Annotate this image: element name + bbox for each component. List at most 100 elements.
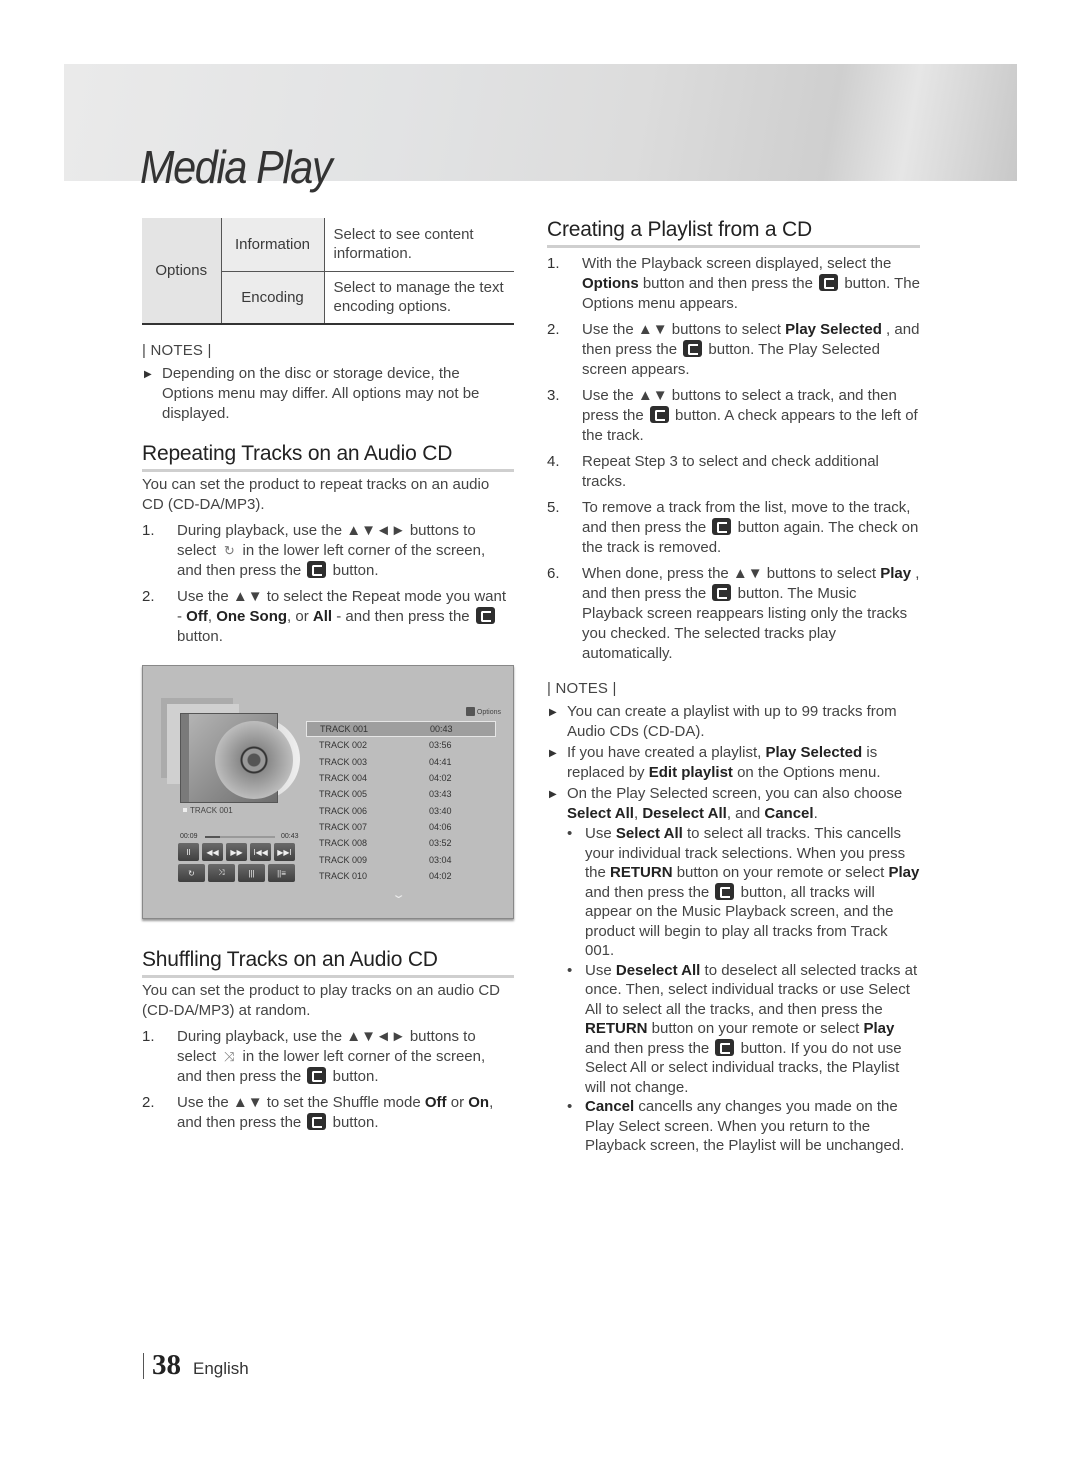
pause-button[interactable]: II — [178, 843, 199, 861]
fast-forward-icon: ▶▶ — [230, 847, 243, 857]
track-name: TRACK 004 — [319, 773, 368, 784]
repeat-step-2: 2. Use the ▲▼ to select the Repeat mode … — [142, 588, 507, 645]
sub-note-deselect-all: • Use Deselect All to deselect all selec… — [567, 961, 918, 1096]
track-row[interactable]: TRACK 001 00:43 — [306, 721, 496, 738]
playlist-step-4: 4. Repeat Step 3 to select and check add… — [547, 453, 879, 490]
triangle-bullet-icon: ▶ — [144, 369, 152, 380]
progress-bar[interactable] — [205, 836, 275, 838]
options-button[interactable]: Options — [465, 707, 501, 716]
track-name: TRACK 010 — [319, 870, 368, 881]
next-icon: ▶▶I — [277, 847, 292, 857]
previous-button[interactable]: I◀◀ — [250, 843, 271, 861]
mode-controls: ↻ ⤨ ||| ||≡ — [178, 864, 295, 882]
track-row[interactable]: TRACK 007 04:06 — [306, 819, 496, 835]
time-current: 00:09 — [180, 833, 198, 840]
options-group-cell: Options — [142, 218, 222, 325]
enter-button-icon — [307, 1067, 327, 1084]
repeat-intro: You can set the product to repeat tracks… — [142, 476, 490, 513]
enter-button-icon — [683, 340, 703, 357]
next-button[interactable]: ▶▶I — [274, 843, 295, 861]
language-label: English — [193, 1359, 249, 1378]
shuffle-intro: You can set the product to play tracks o… — [142, 982, 501, 1019]
repeat-icon: ↻ — [223, 543, 235, 558]
track-row[interactable]: TRACK 003 04:41 — [306, 754, 496, 770]
section-title-repeat: Repeating Tracks on an Audio CD — [142, 442, 514, 472]
page-footer: 38 English — [143, 1349, 249, 1382]
pause-icon: II — [186, 847, 191, 857]
track-duration: 04:41 — [429, 756, 452, 767]
note-item: ▶ Depending on the disc or storage devic… — [144, 365, 480, 422]
bullet-dot-icon: • — [567, 825, 573, 842]
track-duration: 03:56 — [429, 740, 452, 751]
left-column: Options Information Select to see conten… — [142, 218, 514, 1133]
section-title-shuffle: Shuffling Tracks on an Audio CD — [142, 948, 514, 978]
track-duration: 00:43 — [430, 724, 453, 735]
enter-button-icon — [307, 561, 327, 578]
music-playback-screenshot: TRACK 001 00:09 00:43 II ◀◀ ▶▶ I◀◀ ▶▶I ↻ ⤨ |||… — [142, 665, 514, 919]
enter-button-icon — [649, 406, 669, 423]
triangle-bullet-icon: ▶ — [549, 748, 557, 759]
sound-settings-button[interactable]: ||≡ — [268, 864, 295, 882]
track-name: TRACK 003 — [319, 756, 368, 767]
options-icon — [465, 707, 475, 716]
note-item: ▶ If you have created a playlist, Play S… — [549, 744, 881, 781]
fast-forward-button[interactable]: ▶▶ — [226, 843, 247, 861]
time-total: 00:43 — [281, 833, 299, 840]
track-row[interactable]: TRACK 002 03:56 — [306, 737, 496, 753]
enter-button-icon — [475, 607, 495, 624]
enter-button-icon — [715, 1038, 735, 1056]
option-name-information: Information — [221, 218, 325, 272]
equalizer-icon: ||| — [248, 868, 255, 878]
track-name: TRACK 005 — [319, 789, 368, 800]
enter-button-icon — [715, 882, 735, 900]
playlist-step-6: 6. When done, press the ▲▼ buttons to se… — [547, 565, 920, 662]
note-item: ▶ You can create a playlist with up to 9… — [549, 703, 897, 740]
repeat-icon: ↻ — [188, 868, 195, 878]
track-row[interactable]: TRACK 006 03:40 — [306, 802, 496, 818]
track-row[interactable]: TRACK 008 03:52 — [306, 835, 496, 851]
triangle-bullet-icon: ▶ — [549, 789, 557, 800]
track-row[interactable]: TRACK 010 04:02 — [306, 868, 496, 884]
track-name: TRACK 007 — [319, 821, 368, 832]
option-desc-encoding: Select to manage the text encoding optio… — [324, 271, 514, 325]
option-desc-information: Select to see content information. — [324, 218, 514, 272]
note-item: ▶ On the Play Selected screen, you can a… — [549, 785, 903, 822]
track-list: TRACK 001 00:43 TRACK 002 03:56 TRACK 003 04:… — [306, 721, 496, 884]
notes-heading: | NOTES | — [142, 342, 212, 359]
rewind-icon: ◀◀ — [206, 847, 219, 857]
previous-icon: I◀◀ — [253, 847, 268, 857]
section-title-playlist: Creating a Playlist from a CD — [547, 218, 920, 248]
track-name: TRACK 002 — [319, 740, 368, 751]
shuffle-button[interactable]: ⤨ — [208, 864, 235, 882]
track-duration: 04:06 — [429, 821, 452, 832]
divider — [143, 1352, 144, 1379]
track-name: TRACK 006 — [319, 805, 368, 816]
chapter-title: Media Play — [140, 141, 333, 193]
option-name-encoding: Encoding — [221, 271, 325, 325]
repeat-button[interactable]: ↻ — [178, 864, 205, 882]
track-row[interactable]: TRACK 004 04:02 — [306, 770, 496, 786]
equalizer-button[interactable]: ||| — [238, 864, 265, 882]
playlist-step-5: 5. To remove a track from the list, move… — [547, 499, 919, 556]
playlist-step-2: 2. Use the ▲▼ buttons to select Play Sel… — [547, 321, 920, 378]
track-name: TRACK 009 — [319, 854, 368, 865]
track-duration: 03:43 — [429, 789, 452, 800]
shuffle-icon: ⤨ — [218, 868, 225, 877]
track-name: TRACK 008 — [319, 838, 368, 849]
sound-settings-icon: ||≡ — [277, 868, 286, 878]
notes-heading: | NOTES | — [547, 680, 617, 697]
triangle-bullet-icon: ▶ — [549, 707, 557, 718]
rewind-button[interactable]: ◀◀ — [202, 843, 223, 861]
repeat-step-1: 1. During playback, use the ▲▼◄► buttons… — [142, 522, 486, 579]
enter-button-icon — [712, 584, 732, 601]
track-row[interactable]: TRACK 009 03:04 — [306, 851, 496, 867]
enter-button-icon — [819, 274, 839, 291]
shuffle-step-2: 2. Use the ▲▼ to set the Shuffle mode Of… — [142, 1094, 494, 1131]
bullet-dot-icon: • — [567, 961, 573, 979]
track-row[interactable]: TRACK 005 03:43 — [306, 786, 496, 802]
track-duration: 04:02 — [429, 773, 452, 784]
shuffle-step-1: 1. During playback, use the ▲▼◄► buttons… — [142, 1028, 486, 1085]
bullet-dot-icon: • — [567, 1098, 573, 1115]
track-duration: 03:40 — [429, 805, 452, 816]
chevron-down-icon[interactable]: ⌄ — [391, 888, 406, 901]
